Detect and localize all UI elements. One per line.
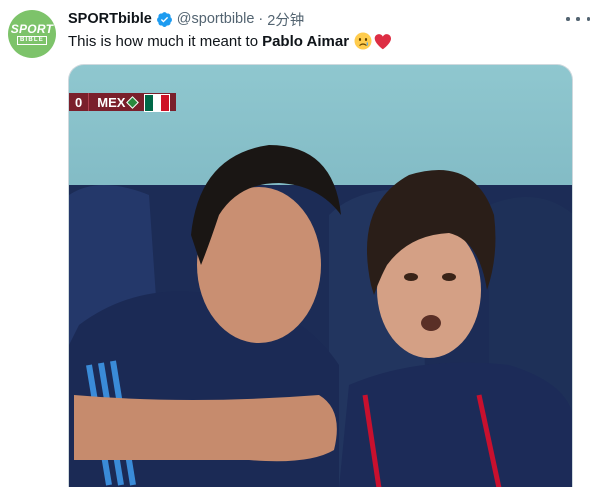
avatar-logo-text: SPORT (10, 22, 54, 36)
timestamp[interactable]: 2分钟 (267, 9, 304, 30)
tweet-header: SPORTbible @sportbible · 2分钟 (68, 9, 304, 29)
red-heart-icon (374, 33, 392, 49)
crying-face-icon (354, 32, 372, 50)
scoreboard-overlay: 0 MEX (69, 93, 177, 112)
team-diamond-icon (126, 95, 140, 109)
mexico-flag-icon (144, 93, 171, 112)
tweet[interactable]: SPORT BIBLE SPORTbible @sportbible · 2分钟… (0, 0, 602, 487)
tweet-media-image[interactable]: 0 MEX (68, 64, 573, 487)
team-code: MEX (97, 94, 126, 110)
avatar-logo-subtext: BIBLE (17, 36, 47, 45)
tweet-text-prefix: This is how much it meant to (68, 32, 259, 50)
more-options-icon[interactable] (566, 10, 590, 28)
media-photo (69, 145, 572, 487)
user-handle[interactable]: @sportbible (177, 11, 255, 27)
tweet-text: This is how much it meant to Pablo Aimar (68, 32, 392, 50)
display-name[interactable]: SPORTbible (68, 11, 152, 27)
separator-dot: · (258, 11, 264, 27)
tweet-text-mention: Pablo Aimar (262, 32, 350, 50)
score-value: 0 (69, 93, 89, 111)
avatar[interactable]: SPORT BIBLE (8, 10, 56, 58)
verified-badge-icon (156, 11, 172, 27)
team-label: MEX (88, 93, 177, 112)
